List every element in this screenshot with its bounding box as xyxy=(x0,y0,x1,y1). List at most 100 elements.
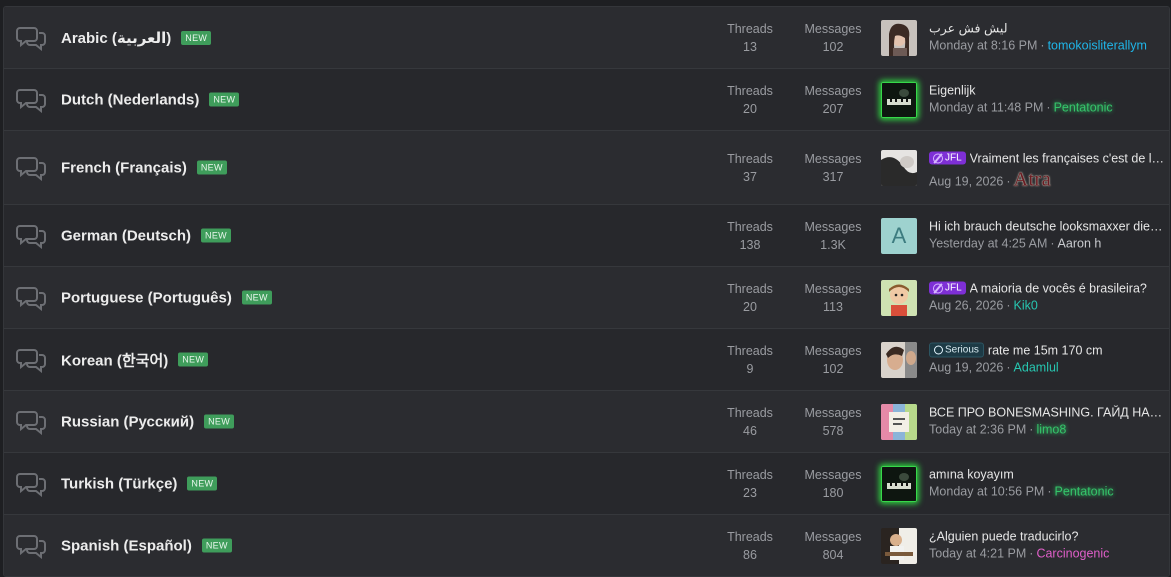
messages-count: 578 xyxy=(822,423,844,438)
latest-post-username[interactable]: tomokoisliterallym xyxy=(1048,38,1147,52)
latest-post-username[interactable]: Pentatonic xyxy=(1054,100,1113,114)
threads-label: Threads xyxy=(727,467,773,482)
new-badge: NEW xyxy=(196,160,227,175)
forum-row: Arabic (العربية) NEW Threads 13 Messages 102 ل… xyxy=(4,7,1169,68)
latest-thread-link[interactable]: Hi ich brauch deutsche looksmaxxer die m… xyxy=(929,219,1165,233)
forum-title-link[interactable]: German (Deutsch) xyxy=(61,227,191,244)
user-avatar[interactable] xyxy=(881,465,917,502)
user-avatar[interactable]: A xyxy=(881,217,917,254)
latest-thread-link[interactable]: ВСЕ ПРО BONESMASHING. ГАЙД НА РУССКОМ xyxy=(929,405,1165,419)
forum-title-link[interactable]: Korean (한국어) xyxy=(61,349,168,370)
messages-label: Messages xyxy=(804,21,862,36)
user-avatar[interactable] xyxy=(881,279,917,316)
latest-post: ليش فش عرب Monday at 8:16 PM · tomokoislite… xyxy=(929,19,1165,56)
threads-count: 86 xyxy=(743,547,757,562)
prefix-text: JFL xyxy=(945,152,962,164)
threads-label: Threads xyxy=(727,343,773,358)
latest-post-time[interactable]: Monday at 8:16 PM xyxy=(929,38,1037,52)
user-avatar[interactable] xyxy=(881,341,917,378)
latest-post-title-line: JFL Vraiment les françaises c'est de la m… xyxy=(929,149,1165,167)
messages-count: 102 xyxy=(822,361,844,376)
new-badge: NEW xyxy=(241,290,272,305)
latest-thread-link[interactable]: A maioria de vocês é brasileira? xyxy=(970,281,1147,295)
forum-title-link[interactable]: Arabic (العربية) xyxy=(61,29,171,47)
latest-thread-link[interactable]: ¿Alguien puede traducirlo? xyxy=(929,529,1078,543)
user-avatar[interactable] xyxy=(881,19,917,56)
forum-title-group: German (Deutsch) NEW xyxy=(61,227,231,244)
user-avatar[interactable] xyxy=(881,403,917,440)
user-avatar[interactable] xyxy=(881,527,917,564)
latest-post-username[interactable]: Adamlul xyxy=(1014,360,1059,374)
forum-title-group: Dutch (Nederlands) NEW xyxy=(61,91,240,108)
forum-title-group: Spanish (Español) NEW xyxy=(61,537,232,554)
forum-row: Spanish (Español) NEW Threads 86 Messages 804… xyxy=(4,514,1169,576)
latest-post-username[interactable]: Kik0 xyxy=(1014,298,1038,312)
latest-post: Eigenlijk Monday at 11:48 PM · Pentatonic xyxy=(929,81,1165,118)
chat-bubbles-icon xyxy=(16,285,48,311)
latest-post-time[interactable]: Monday at 10:56 PM xyxy=(929,484,1044,498)
latest-post: ¿Alguien puede traducirlo? Today at 4:21 … xyxy=(929,527,1165,564)
threads-label: Threads xyxy=(727,281,773,296)
latest-post-time[interactable]: Today at 2:36 PM xyxy=(929,422,1026,436)
messages-count: 207 xyxy=(822,101,844,116)
latest-post-meta: Aug 19, 2026 · Atra xyxy=(929,168,1165,190)
messages-count: 317 xyxy=(822,169,844,184)
forum-title-link[interactable]: Dutch (Nederlands) xyxy=(61,91,199,108)
messages-count: 1.3K xyxy=(820,237,846,252)
forum-title-link[interactable]: Russian (Русский) xyxy=(61,413,194,430)
prohibited-icon xyxy=(933,153,943,163)
latest-post-username[interactable]: Pentatonic xyxy=(1055,484,1114,498)
threads-count: 37 xyxy=(743,169,757,184)
forum-title-group: Russian (Русский) NEW xyxy=(61,413,235,430)
latest-post-time[interactable]: Yesterday at 4:25 AM xyxy=(929,236,1047,250)
latest-post-meta: Monday at 8:16 PM · tomokoisliterallym xyxy=(929,38,1165,56)
latest-thread-link[interactable]: Vraiment les françaises c'est de la merd… xyxy=(970,151,1165,165)
latest-post-meta: Aug 26, 2026 · Kik0 xyxy=(929,298,1165,316)
separator: · xyxy=(1029,422,1034,436)
threads-label: Threads xyxy=(727,529,773,544)
new-badge: NEW xyxy=(201,538,232,553)
latest-post-time[interactable]: Aug 26, 2026 xyxy=(929,298,1003,312)
latest-post-time[interactable]: Today at 4:21 PM xyxy=(929,546,1026,560)
messages-label: Messages xyxy=(804,529,862,544)
messages-stat: Messages 180 xyxy=(793,466,873,502)
messages-stat: Messages 578 xyxy=(793,404,873,440)
messages-label: Messages xyxy=(804,83,862,98)
thread-prefix-label[interactable]: JFL xyxy=(929,151,966,165)
latest-thread-link[interactable]: rate me 15m 170 cm xyxy=(988,343,1103,357)
latest-post-username[interactable]: Carcinogenic xyxy=(1036,546,1109,560)
user-avatar[interactable] xyxy=(881,81,917,118)
thread-prefix-label[interactable]: Serious xyxy=(929,342,984,358)
latest-thread-link[interactable]: Eigenlijk xyxy=(929,83,976,97)
messages-count: 113 xyxy=(823,299,843,314)
latest-thread-link[interactable]: ليش فش عرب xyxy=(929,21,1008,36)
separator: · xyxy=(1040,38,1045,52)
threads-label: Threads xyxy=(727,83,773,98)
separator: · xyxy=(1046,100,1051,114)
user-avatar[interactable] xyxy=(881,149,917,186)
latest-post-username[interactable]: Aaron h xyxy=(1058,236,1102,250)
forum-title-group: Turkish (Türkçe) NEW xyxy=(61,475,218,492)
forum-title-link[interactable]: French (Français) xyxy=(61,159,187,176)
latest-post-time[interactable]: Monday at 11:48 PM xyxy=(929,100,1043,114)
latest-post-username[interactable]: Atra xyxy=(1014,168,1052,190)
latest-post-username[interactable]: limo8 xyxy=(1036,422,1066,436)
forum-title-link[interactable]: Portuguese (Português) xyxy=(61,289,232,306)
latest-post-meta: Today at 2:36 PM · limo8 xyxy=(929,422,1165,440)
latest-post: ВСЕ ПРО BONESMASHING. ГАЙД НА РУССКОМ Tod… xyxy=(929,403,1165,440)
messages-count: 102 xyxy=(822,39,844,54)
threads-stat: Threads 13 xyxy=(710,20,790,56)
latest-post-time[interactable]: Aug 19, 2026 xyxy=(929,174,1003,188)
threads-stat: Threads 23 xyxy=(710,466,790,502)
threads-count: 9 xyxy=(746,361,754,376)
forum-row: Korean (한국어) NEW Threads 9 Messages 102 Seriou… xyxy=(4,328,1169,390)
messages-label: Messages xyxy=(804,151,862,166)
chat-bubbles-icon xyxy=(16,223,48,249)
latest-post: amına koyayım Monday at 10:56 PM · Pentaton… xyxy=(929,465,1165,502)
thread-prefix-label[interactable]: JFL xyxy=(929,281,966,295)
latest-thread-link[interactable]: amına koyayım xyxy=(929,467,1014,481)
latest-post-time[interactable]: Aug 19, 2026 xyxy=(929,360,1003,374)
forum-title-link[interactable]: Spanish (Español) xyxy=(61,537,192,554)
forum-title-link[interactable]: Turkish (Türkçe) xyxy=(61,475,177,492)
latest-post-meta: Yesterday at 4:25 AM · Aaron h xyxy=(929,236,1165,254)
